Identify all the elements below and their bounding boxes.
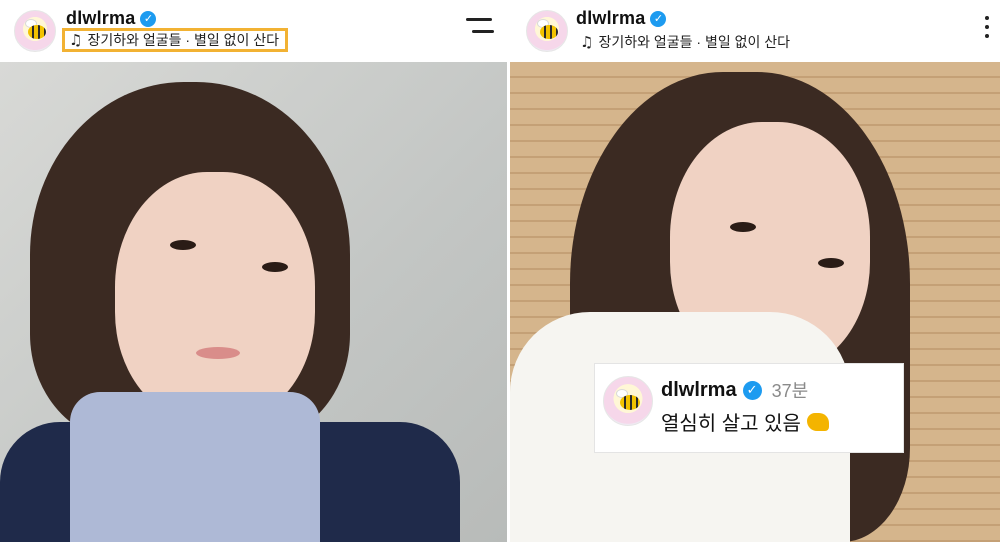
username-row: dlwlrma ✓ <box>66 8 157 29</box>
music-track-label: 장기하와 얼굴들 · 별일 없이 산다 <box>598 34 791 50</box>
left-post-photo[interactable] <box>0 62 507 542</box>
music-note-icon: ♫ <box>69 31 83 49</box>
left-eye <box>730 222 756 232</box>
verified-badge-icon: ✓ <box>742 380 762 400</box>
username-link[interactable]: dlwlrma <box>576 8 645 29</box>
right-post-panel: dlwlrma ✓ ♫ 장기하와 얼굴들 · 별일 없이 산다 <box>510 0 1000 542</box>
flexed-biceps-icon <box>806 412 829 431</box>
left-eye <box>170 240 196 250</box>
bee-icon <box>28 25 46 39</box>
comment-card: dlwlrma ✓ 37분 열심히 살고 있음 <box>594 363 904 453</box>
bee-icon <box>620 395 640 410</box>
music-track-link[interactable]: ♫ 장기하와 얼굴들 · 별일 없이 산다 <box>62 28 289 52</box>
username-row: dlwlrma ✓ <box>576 8 667 29</box>
lips-shape <box>196 347 240 359</box>
left-post-panel: dlwlrma ✓ ♫ 장기하와 얼굴들 · 별일 없이 산다 <box>0 0 507 542</box>
right-eye <box>818 258 844 268</box>
profile-avatar[interactable] <box>14 10 56 52</box>
verified-badge-icon: ✓ <box>650 10 667 27</box>
right-eye <box>262 262 288 272</box>
more-options-icon[interactable] <box>984 16 990 38</box>
equals-menu-icon[interactable] <box>466 18 494 36</box>
left-post-header: dlwlrma ✓ ♫ 장기하와 얼굴들 · 별일 없이 산다 <box>0 0 507 62</box>
comment-text: 열심히 살고 있음 <box>661 413 801 435</box>
face-shape <box>115 172 315 422</box>
comment-user-row: dlwlrma ✓ 37분 <box>661 377 808 403</box>
right-post-header: dlwlrma ✓ ♫ 장기하와 얼굴들 · 별일 없이 산다 <box>510 0 1000 62</box>
bee-icon <box>540 25 558 39</box>
comment-username-link[interactable]: dlwlrma <box>661 379 737 402</box>
comment-text-row: 열심히 살고 있음 <box>661 407 829 436</box>
music-track-link[interactable]: ♫ 장기하와 얼굴들 · 별일 없이 산다 <box>576 30 796 54</box>
music-note-icon: ♫ <box>580 33 594 51</box>
comment-avatar[interactable] <box>603 376 653 426</box>
profile-avatar[interactable] <box>526 10 568 52</box>
music-track-label: 장기하와 얼굴들 · 별일 없이 산다 <box>87 32 280 48</box>
shirt-shape <box>70 392 320 542</box>
right-post-photo[interactable] <box>510 62 1000 542</box>
username-link[interactable]: dlwlrma <box>66 8 135 29</box>
comment-timestamp: 37분 <box>771 381 809 401</box>
verified-badge-icon: ✓ <box>140 10 157 27</box>
